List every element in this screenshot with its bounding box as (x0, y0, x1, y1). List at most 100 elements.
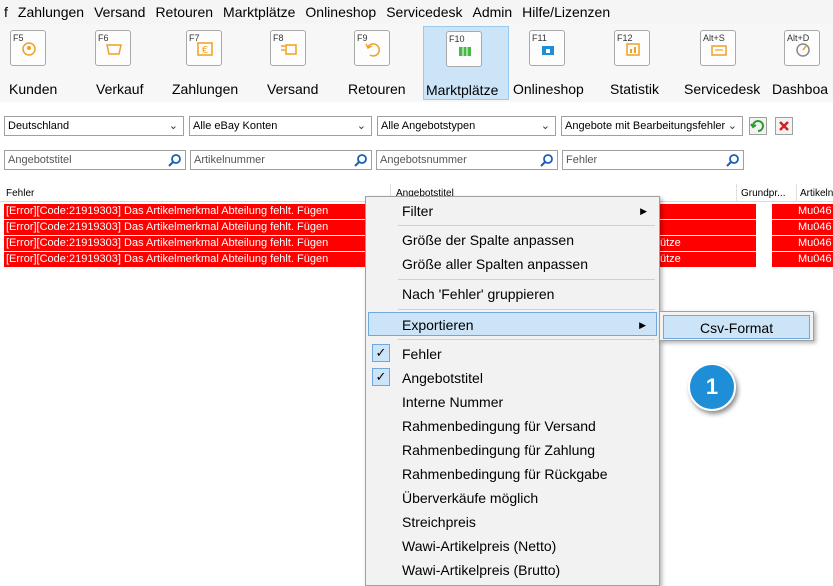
status-select-value: Angebote mit Bearbeitungsfehler (565, 120, 726, 132)
error-cell: [Error][Code:21919303] Das Artikelmerkma… (4, 204, 390, 219)
statistics-icon: F12 (614, 30, 650, 66)
menu-item-column-wawi-brutto[interactable]: Wawi-Artikelpreis (Brutto) (368, 558, 657, 582)
export-submenu: Csv-Format (659, 311, 814, 341)
menu-item-export[interactable]: Exportieren ▶ (368, 312, 657, 336)
error-search-placeholder: Fehler (566, 154, 598, 166)
menu-item-column-ueberverkaeufe[interactable]: Überverkäufe möglich (368, 486, 657, 510)
menu-item-column-rb-rueckgabe[interactable]: Rahmenbedingung für Rückgabe (368, 462, 657, 486)
search-bar: Angebotstitel Artikelnummer Angebotsnumm… (0, 148, 833, 172)
marketplace-icon: F10 (446, 31, 482, 67)
column-context-menu: Filter ▶ Größe der Spalte anpassen Größe… (365, 196, 660, 586)
menu-admin[interactable]: Admin (467, 4, 517, 20)
country-select[interactable]: Deutschland ⌄ (4, 116, 184, 136)
country-select-value: Deutschland (8, 120, 70, 132)
main-toolbar: F5 Kunden F6 Verkauf F7 € Zahlungen F8 V… (0, 24, 833, 102)
filter-bar: Deutschland ⌄ Alle eBay Konten ⌄ Alle An… (0, 114, 833, 138)
error-cell: [Error][Code:21919303] Das Artikelmerkma… (4, 236, 390, 251)
offer-number-search[interactable]: Angebotsnummer (376, 150, 558, 170)
toolbar-label-marktplaetze: Marktplätze (426, 82, 499, 98)
toolbar-label-kunden: Kunden (9, 81, 58, 97)
toolbar-button-versand[interactable]: F8 Versand (260, 26, 326, 100)
item-number-search[interactable]: Artikelnummer (190, 150, 372, 170)
toolbar-button-zahlungen[interactable]: F7 € Zahlungen (166, 26, 244, 100)
toolbar-label-retouren: Retouren (348, 81, 406, 97)
error-search[interactable]: Fehler (562, 150, 744, 170)
menu-item-column-rb-versand[interactable]: Rahmenbedingung für Versand (368, 414, 657, 438)
toolbar-button-statistik[interactable]: F12 Statistik (602, 26, 670, 100)
cart-icon: F6 (95, 30, 131, 66)
search-icon[interactable] (354, 153, 368, 167)
menu-item-column-angebotstitel[interactable]: ✓ Angebotstitel (368, 366, 657, 390)
submenu-arrow-icon: ▶ (640, 206, 647, 216)
customer-icon: F5 (10, 30, 46, 66)
chevron-down-icon: ⌄ (540, 120, 550, 132)
toolbar-label-verkauf: Verkauf (96, 81, 144, 97)
accounts-select[interactable]: Alle eBay Konten ⌄ (189, 116, 372, 136)
offer-title-search[interactable]: Angebotstitel (4, 150, 186, 170)
reset-filter-button[interactable] (775, 117, 793, 135)
menu-servicedesk[interactable]: Servicedesk (381, 4, 467, 20)
menubar: f Zahlungen Versand Retouren Marktplätze… (0, 0, 833, 24)
checkmark-icon: ✓ (372, 368, 390, 386)
menu-retouren[interactable]: Retouren (150, 4, 218, 20)
toolbar-label-zahlungen: Zahlungen (172, 81, 239, 97)
offer-title-search-placeholder: Angebotstitel (8, 154, 72, 166)
menu-item-fit-all-columns[interactable]: Größe aller Spalten anpassen (368, 252, 657, 276)
dashboard-icon: Alt+D (784, 30, 820, 66)
column-header-grundpreis[interactable]: Grundpr... (741, 188, 785, 199)
toolbar-button-dashboard[interactable]: Alt+D Dashboa (770, 26, 833, 100)
checkmark-icon: ✓ (372, 344, 390, 362)
item-number-cell: Mu046 (796, 204, 833, 219)
item-number-search-placeholder: Artikelnummer (194, 154, 265, 166)
offer-type-select-value: Alle Angebotstypen (381, 120, 476, 132)
toolbar-label-versand: Versand (267, 81, 319, 97)
toolbar-button-verkauf[interactable]: F6 Verkauf (88, 26, 152, 100)
chevron-down-icon: ⌄ (168, 120, 178, 132)
menu-zahlungen[interactable]: Zahlungen (13, 4, 89, 20)
chevron-down-icon: ⌄ (356, 120, 366, 132)
item-number-cell: Mu046 (796, 252, 833, 267)
error-cell: [Error][Code:21919303] Das Artikelmerkma… (4, 252, 390, 267)
menu-item-column-rb-zahlung[interactable]: Rahmenbedingung für Zahlung (368, 438, 657, 462)
search-icon[interactable] (168, 153, 182, 167)
euro-icon: F7 € (186, 30, 222, 66)
menu-item-column-wawi-netto[interactable]: Wawi-Artikelpreis (Netto) (368, 534, 657, 558)
menu-hilfe[interactable]: Hilfe/Lizenzen (517, 4, 615, 20)
error-cell: [Error][Code:21919303] Das Artikelmerkma… (4, 220, 390, 235)
toolbar-label-statistik: Statistik (610, 81, 660, 97)
status-select[interactable]: Angebote mit Bearbeitungsfehler ⌄ (561, 116, 743, 136)
svg-text:€: € (202, 45, 208, 56)
shipping-icon: F8 (270, 30, 306, 66)
menu-marktplaetze[interactable]: Marktplätze (218, 4, 300, 20)
menu-item-csv-format[interactable]: Csv-Format (663, 315, 810, 339)
column-header-fehler[interactable]: Fehler (6, 188, 34, 199)
offer-type-select[interactable]: Alle Angebotstypen ⌄ (377, 116, 556, 136)
toolbar-button-onlineshop[interactable]: F11 Onlineshop (511, 26, 591, 100)
submenu-arrow-icon: ▶ (639, 320, 646, 330)
toolbar-button-retouren[interactable]: F9 Retouren (344, 26, 414, 100)
accounts-select-value: Alle eBay Konten (193, 120, 278, 132)
toolbar-button-kunden[interactable]: F5 Kunden (4, 26, 68, 100)
toolbar-button-marktplaetze[interactable]: F10 Marktplätze (423, 26, 509, 100)
item-number-cell: Mu046 (796, 220, 833, 235)
menu-versand[interactable]: Versand (89, 4, 150, 20)
search-icon[interactable] (726, 153, 740, 167)
menu-item-column-interne-nummer[interactable]: Interne Nummer (368, 390, 657, 414)
menu-item-column-streichpreis[interactable]: Streichpreis (368, 510, 657, 534)
app-window: f Zahlungen Versand Retouren Marktplätze… (0, 0, 833, 586)
menu-onlineshop[interactable]: Onlineshop (300, 4, 381, 20)
refresh-button[interactable] (749, 117, 767, 135)
toolbar-label-dashboard: Dashboa (772, 81, 829, 97)
menu-file[interactable]: f (0, 4, 13, 20)
menu-item-group-by[interactable]: Nach 'Fehler' gruppieren (368, 282, 657, 306)
menu-item-column-fehler[interactable]: ✓ Fehler (368, 342, 657, 366)
toolbar-label-onlineshop: Onlineshop (513, 81, 584, 97)
shop-icon: F11 (529, 30, 565, 66)
search-icon[interactable] (540, 153, 554, 167)
toolbar-button-servicedesk[interactable]: Alt+S Servicedesk (680, 26, 768, 100)
menu-item-filter[interactable]: Filter ▶ (368, 199, 657, 223)
column-header-artikelnummer[interactable]: Artikeln (800, 188, 833, 199)
toolbar-label-servicedesk: Servicedesk (684, 81, 761, 97)
menu-item-fit-column[interactable]: Größe der Spalte anpassen (368, 228, 657, 252)
close-icon (779, 121, 789, 131)
